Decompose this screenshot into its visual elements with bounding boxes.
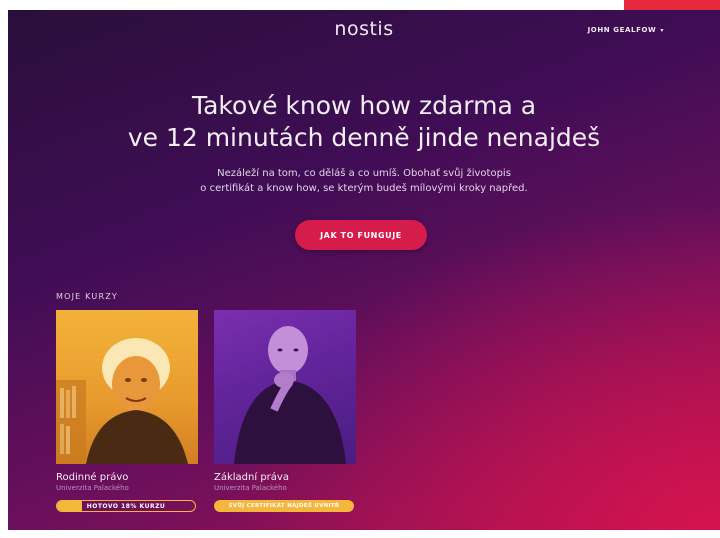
hero-subtext: Nezáleží na tom, co děláš a co umíš. Obo…: [8, 166, 720, 196]
top-navigation: nostis JOHN GEALFOW ▾: [8, 10, 720, 50]
subtext-line-1: Nezáleží na tom, co děláš a co umíš. Obo…: [217, 168, 511, 179]
course-title[interactable]: Rodinné právo: [56, 472, 198, 483]
nostis-logo[interactable]: nostis: [334, 18, 393, 40]
hero-headline: Takové know how zdarma a ve 12 minutách …: [8, 90, 720, 154]
instructor-photo-icon: [234, 326, 346, 464]
course-card-family-law[interactable]: Rodinné právo Univerzita Palackého HOTOV…: [56, 310, 198, 512]
course-title[interactable]: Základní práva: [214, 472, 356, 483]
certificate-badge[interactable]: SVŮJ CERTIFIKÁT NAJDEŠ UVNITŘ: [214, 500, 354, 512]
instructor-photo-icon: [56, 338, 188, 464]
user-name: JOHN GEALFOW: [587, 26, 657, 34]
headline-line-2: ve 12 minutách denně jinde nenajdeš: [127, 123, 601, 152]
course-institution: Univerzita Palackého: [214, 484, 287, 492]
user-menu-button[interactable]: JOHN GEALFOW ▾: [588, 26, 664, 34]
course-thumbnail[interactable]: [214, 310, 356, 464]
hero-section: nostis JOHN GEALFOW ▾ Takové know how zd…: [8, 10, 720, 530]
subtext-line-2: o certifikát a know how, se kterým budeš…: [200, 183, 528, 194]
course-card-basic-rights[interactable]: Základní práva Univerzita Palackého SVŮJ…: [214, 310, 356, 512]
course-institution: Univerzita Palackého: [56, 484, 129, 492]
my-courses-label: MOJE KURZY: [56, 292, 118, 301]
progress-label: HOTOVO 18% KURZU: [86, 502, 166, 510]
how-it-works-button[interactable]: JAK TO FUNGUJE: [295, 220, 427, 250]
headline-line-1: Takové know how zdarma a: [191, 91, 537, 120]
course-progress-bar: HOTOVO 18% KURZU: [56, 500, 196, 512]
course-thumbnail[interactable]: [56, 310, 198, 464]
chevron-down-icon: ▾: [660, 26, 664, 34]
